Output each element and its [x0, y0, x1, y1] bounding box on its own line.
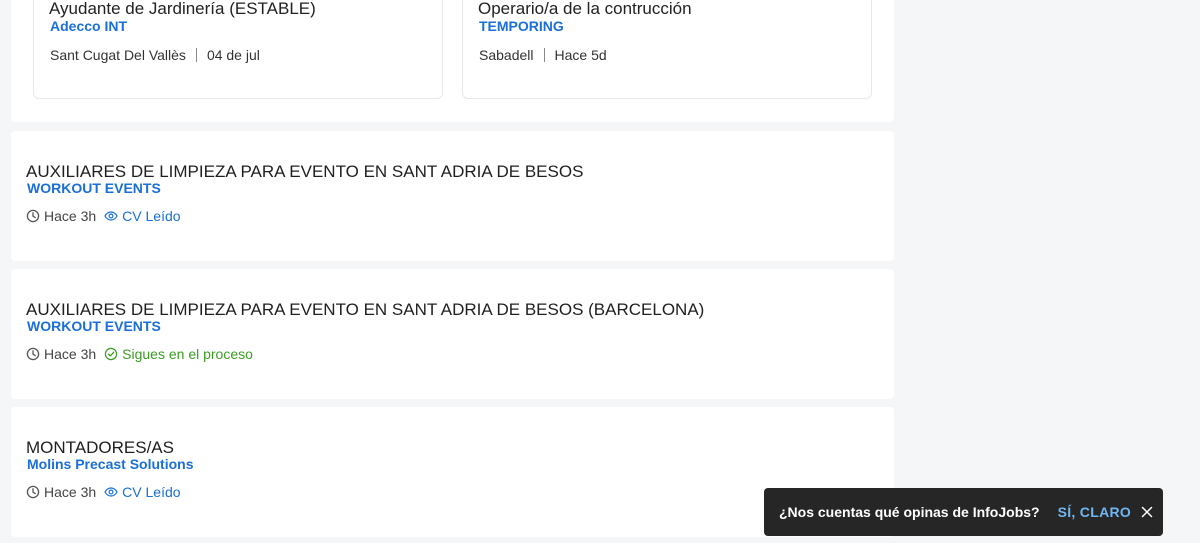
application-status-label: CV Leído: [122, 208, 181, 224]
recommended-offer-card[interactable]: Operario/a de la contrucción TEMPORING S…: [462, 0, 872, 99]
job-title[interactable]: AUXILIARES DE LIMPIEZA PARA EVENTO EN SA…: [26, 162, 583, 182]
toast-message: ¿Nos cuentas qué opinas de InfoJobs?: [779, 504, 1040, 520]
offer-meta: Sabadell Hace 5d: [479, 47, 607, 63]
application-status: CV Leído: [104, 208, 181, 224]
application-meta: Hace 3h CV Leído: [26, 208, 181, 224]
application-status: CV Leído: [104, 484, 181, 500]
company-name[interactable]: WORKOUT EVENTS: [27, 180, 161, 196]
clock-icon: [26, 485, 40, 499]
company-name[interactable]: WORKOUT EVENTS: [27, 318, 161, 334]
offer-meta: Sant Cugat Del Vallès 04 de jul: [50, 47, 260, 63]
job-title[interactable]: AUXILIARES DE LIMPIEZA PARA EVENTO EN SA…: [26, 300, 704, 320]
check-circle-icon: [104, 347, 118, 361]
offer-date: Hace 5d: [554, 47, 607, 63]
application-time: Hace 3h: [44, 484, 97, 500]
application-status-label: CV Leído: [122, 484, 181, 500]
offer-location: Sabadell: [479, 47, 534, 63]
application-card[interactable]: AUXILIARES DE LIMPIEZA PARA EVENTO EN SA…: [11, 131, 894, 261]
application-card[interactable]: AUXILIARES DE LIMPIEZA PARA EVENTO EN SA…: [11, 269, 894, 399]
application-card[interactable]: MONTADORES/AS Molins Precast Solutions H…: [11, 407, 894, 537]
offer-location: Sant Cugat Del Vallès: [50, 47, 186, 63]
feedback-accept-button[interactable]: SÍ, CLARO: [1058, 504, 1131, 520]
company-name[interactable]: Molins Precast Solutions: [27, 456, 193, 472]
clock-icon: [26, 347, 40, 361]
clock-icon: [26, 209, 40, 223]
feedback-toast: ¿Nos cuentas qué opinas de InfoJobs? SÍ,…: [764, 488, 1163, 536]
eye-icon: [104, 485, 118, 499]
application-time: Hace 3h: [44, 346, 97, 362]
application-time: Hace 3h: [44, 208, 97, 224]
application-meta: Hace 3h Sigues en el proceso: [26, 346, 253, 362]
close-icon[interactable]: [1140, 505, 1154, 519]
divider: [543, 48, 545, 62]
job-title[interactable]: MONTADORES/AS: [26, 438, 174, 458]
offer-title[interactable]: Operario/a de la contrucción: [478, 0, 692, 19]
application-meta: Hace 3h CV Leído: [26, 484, 181, 500]
company-name[interactable]: Adecco INT: [50, 18, 127, 34]
company-name[interactable]: TEMPORING: [479, 18, 564, 34]
application-status-label: Sigues en el proceso: [122, 346, 253, 362]
eye-icon: [104, 209, 118, 223]
divider: [195, 48, 197, 62]
recommended-offers-section: Ayudante de Jardinería (ESTABLE) Adecco …: [11, 0, 894, 122]
offer-date: 04 de jul: [206, 47, 260, 63]
recommended-offer-card[interactable]: Ayudante de Jardinería (ESTABLE) Adecco …: [33, 0, 443, 99]
application-status: Sigues en el proceso: [104, 346, 253, 362]
offer-title[interactable]: Ayudante de Jardinería (ESTABLE): [49, 0, 316, 19]
